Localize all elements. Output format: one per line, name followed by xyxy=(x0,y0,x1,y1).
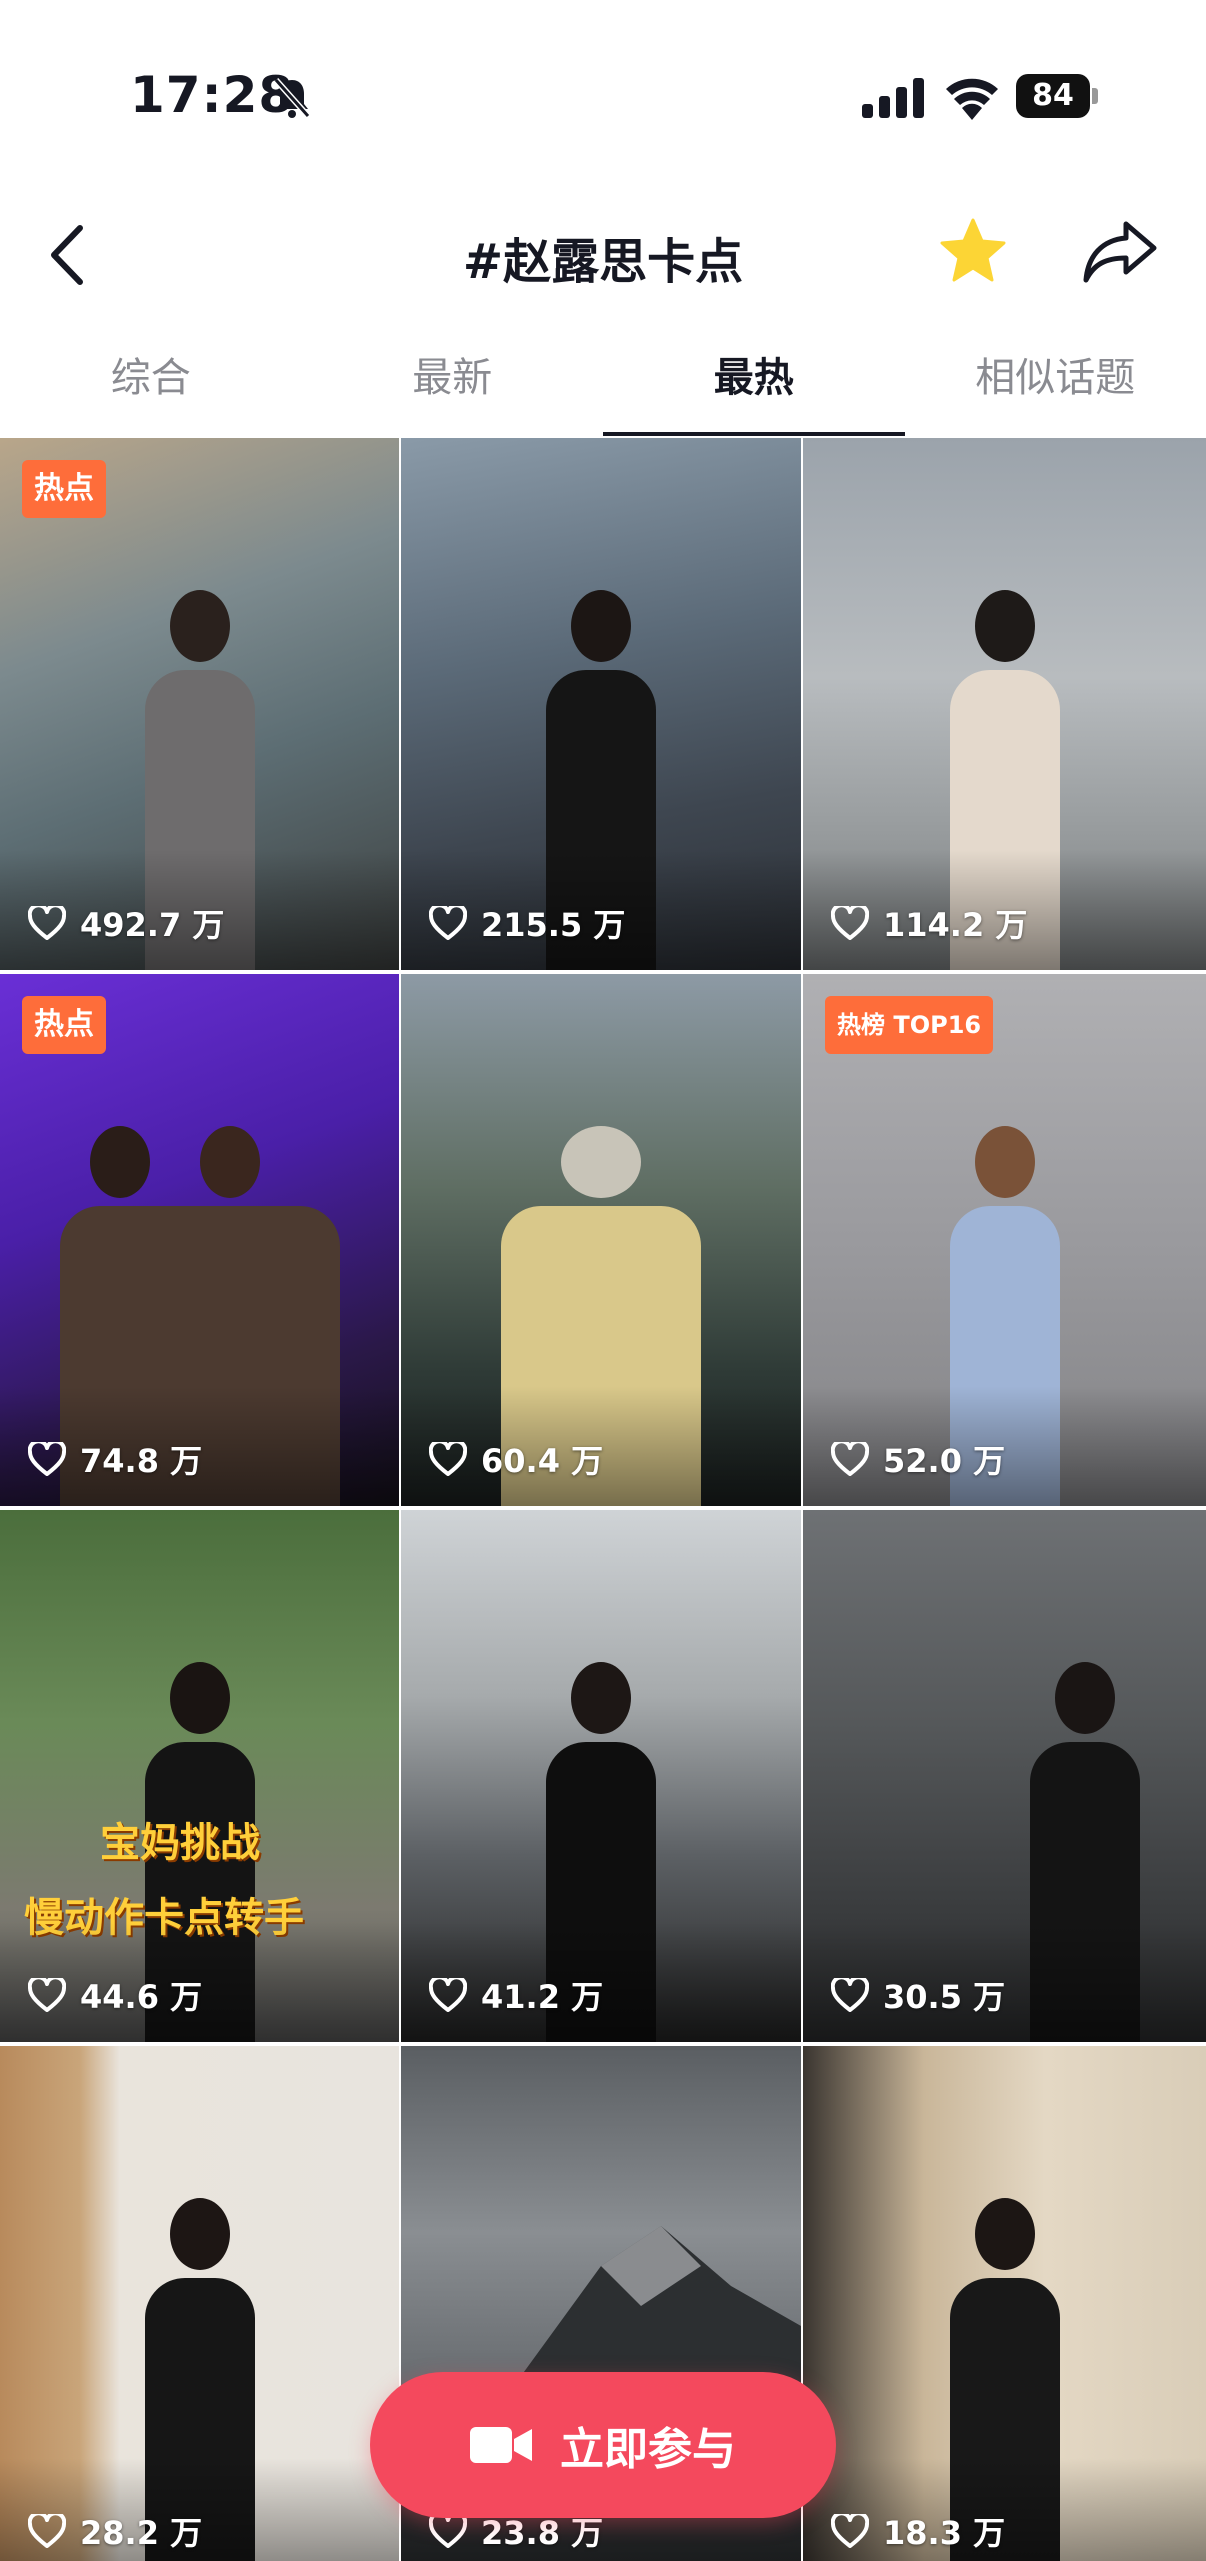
like-count: 44.6 万 xyxy=(28,1972,202,2018)
tab-bar: 综合 最新 最热 相似话题 xyxy=(0,340,1206,440)
heart-icon xyxy=(429,906,467,940)
heart-icon xyxy=(831,906,869,940)
like-count-text: 52.0 万 xyxy=(883,1442,1006,1480)
status-time: 17:28 xyxy=(130,66,295,124)
hot-badge: 热点 xyxy=(22,460,106,518)
like-count: 74.8 万 xyxy=(28,1436,202,1482)
like-count-text: 74.8 万 xyxy=(80,1442,203,1480)
heart-icon xyxy=(831,1442,869,1476)
heart-icon xyxy=(831,2514,869,2548)
like-count: 28.2 万 xyxy=(28,2508,202,2554)
like-count: 60.4 万 xyxy=(429,1436,603,1482)
video-tile[interactable]: 宝妈挑战 慢动作卡点转手 44.6 万 xyxy=(0,1510,399,2042)
video-tile[interactable]: 215.5 万 xyxy=(401,438,801,970)
like-count-text: 30.5 万 xyxy=(883,1978,1006,2016)
like-count-text: 60.4 万 xyxy=(481,1442,604,1480)
like-count: 52.0 万 xyxy=(831,1436,1005,1482)
battery-icon: 84 xyxy=(1016,74,1098,118)
heart-icon xyxy=(28,906,66,940)
camera-icon xyxy=(470,2427,532,2463)
page-title: #赵露思卡点 xyxy=(462,234,744,290)
join-button-label: 立即参与 xyxy=(560,2424,736,2475)
heart-icon xyxy=(28,1978,66,2012)
video-tile[interactable]: 30.5 万 xyxy=(803,1510,1206,2042)
signal-icon xyxy=(862,78,924,118)
like-count-text: 492.7 万 xyxy=(80,906,225,944)
like-count-text: 215.5 万 xyxy=(481,906,626,944)
like-count: 18.3 万 xyxy=(831,2508,1005,2554)
like-count-text: 18.3 万 xyxy=(883,2514,1006,2552)
like-count-text: 28.2 万 xyxy=(80,2514,203,2552)
heart-icon xyxy=(429,1978,467,2012)
like-count-text: 41.2 万 xyxy=(481,1978,604,2016)
video-tile[interactable]: 60.4 万 xyxy=(401,974,801,1506)
heart-icon xyxy=(429,1442,467,1476)
video-tile[interactable]: 28.2 万 xyxy=(0,2046,399,2561)
like-count: 492.7 万 xyxy=(28,900,224,946)
like-count: 30.5 万 xyxy=(831,1972,1005,2018)
video-tile[interactable]: 114.2 万 xyxy=(803,438,1206,970)
like-count: 215.5 万 xyxy=(429,900,625,946)
status-bar: 17:28 84 xyxy=(0,0,1206,190)
heart-icon xyxy=(429,2514,467,2548)
wifi-icon xyxy=(946,78,998,120)
like-count-text: 114.2 万 xyxy=(883,906,1028,944)
tab-general[interactable]: 综合 xyxy=(0,340,302,440)
video-grid: 热点 492.7 万 215.5 万 114.2 万 热点 74.8 万 60.… xyxy=(0,438,1206,2561)
hot-rank-badge: 热榜 TOP16 xyxy=(825,996,994,1054)
video-tile[interactable]: 18.3 万 xyxy=(803,2046,1206,2561)
video-caption: 宝妈挑战 xyxy=(100,1820,260,1866)
like-count: 114.2 万 xyxy=(831,900,1027,946)
tab-latest[interactable]: 最新 xyxy=(302,340,604,440)
join-button[interactable]: 立即参与 xyxy=(370,2372,836,2518)
heart-icon xyxy=(28,1442,66,1476)
bell-off-icon xyxy=(273,78,311,118)
tab-hottest[interactable]: 最热 xyxy=(603,340,905,440)
hot-badge: 热点 xyxy=(22,996,106,1054)
video-tile[interactable]: 热点 74.8 万 xyxy=(0,974,399,1506)
like-count: 41.2 万 xyxy=(429,1972,603,2018)
star-icon[interactable] xyxy=(938,216,1008,286)
like-count-text: 44.6 万 xyxy=(80,1978,203,2016)
header: #赵露思卡点 xyxy=(0,190,1206,320)
tab-similar-topics[interactable]: 相似话题 xyxy=(905,340,1206,440)
battery-level: 84 xyxy=(1016,74,1090,118)
heart-icon xyxy=(831,1978,869,2012)
video-tile[interactable]: 41.2 万 xyxy=(401,1510,801,2042)
video-tile[interactable]: 热榜 TOP16 52.0 万 xyxy=(803,974,1206,1506)
video-tile[interactable]: 热点 492.7 万 xyxy=(0,438,399,970)
heart-icon xyxy=(28,2514,66,2548)
share-icon[interactable] xyxy=(1082,218,1158,284)
